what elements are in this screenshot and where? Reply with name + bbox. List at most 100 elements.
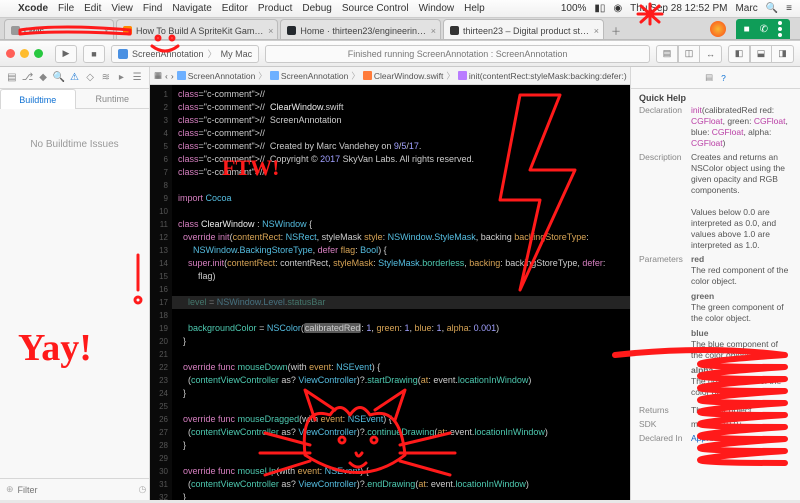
window-controls — [6, 49, 43, 58]
wifi-icon[interactable]: ◉ — [613, 3, 622, 14]
menu-window[interactable]: Window — [419, 3, 455, 14]
version-editor-icon[interactable]: ↔ — [700, 45, 722, 63]
sdk-text: macOS 10.0+ — [691, 419, 792, 430]
toggle-navigator-icon[interactable]: ◧ — [728, 45, 750, 63]
crumb-project[interactable]: ScreenAnnotation — [188, 71, 256, 81]
issue-scope-tabs: Buildtime Runtime — [0, 89, 149, 109]
line-gutter[interactable]: 1234567891011121314151617181920212223242… — [150, 85, 172, 500]
clock[interactable]: Thu Sep 28 12:52 PM — [630, 3, 727, 14]
close-icon[interactable]: × — [594, 26, 599, 36]
label-declared-in: Declared In — [639, 433, 691, 444]
notification-center-icon[interactable]: ≡ — [786, 3, 792, 14]
more-icon[interactable] — [778, 27, 782, 31]
label-parameters: Parameters — [639, 254, 691, 402]
profile-icon[interactable] — [710, 21, 726, 37]
forward-icon[interactable]: › — [171, 71, 174, 81]
minimize-window[interactable] — [20, 49, 29, 58]
issue-navigator-icon[interactable]: ⚠ — [68, 72, 80, 84]
menu-debug[interactable]: Debug — [302, 3, 331, 14]
folder-icon — [270, 71, 279, 80]
standard-editor-icon[interactable]: ▤ — [656, 45, 678, 63]
label-description: Description — [639, 152, 691, 251]
project-navigator-icon[interactable]: ▤ — [6, 72, 18, 84]
filter-input[interactable] — [18, 485, 135, 495]
menu-help[interactable]: Help — [464, 3, 485, 14]
stop-button[interactable]: ■ — [83, 45, 105, 63]
filter-icon: ⊕ — [6, 484, 14, 495]
xcode-window: ▶ ■ ScreenAnnotation 〉 My Mac Finished r… — [0, 40, 800, 500]
code-editor[interactable]: 1234567891011121314151617181920212223242… — [150, 85, 630, 500]
tab-runtime[interactable]: Runtime — [76, 89, 150, 109]
back-icon[interactable]: ‹ — [165, 71, 168, 81]
editor-mode-segment[interactable]: ▤ ◫ ↔ — [656, 45, 722, 63]
toggle-inspector-icon[interactable]: ◨ — [772, 45, 794, 63]
app-menu[interactable]: Xcode — [18, 3, 48, 14]
close-icon[interactable]: × — [431, 26, 436, 36]
navigator-filter-bar: ⊕ ◷ ⊟ — [0, 478, 149, 500]
close-icon[interactable]: × — [104, 26, 109, 36]
menu-navigate[interactable]: Navigate — [172, 3, 211, 14]
swift-file-icon — [363, 71, 372, 80]
menu-editor[interactable]: Editor — [222, 3, 248, 14]
battery-percent: 100% — [561, 3, 587, 14]
spotlight-icon[interactable]: 🔍 — [766, 3, 778, 14]
tab-buildtime[interactable]: Buildtime — [0, 89, 76, 109]
menu-edit[interactable]: Edit — [84, 3, 101, 14]
crumb-symbol[interactable]: init(contentRect:styleMask:backing:defer… — [469, 71, 627, 81]
declared-in-link[interactable]: AppKit — [691, 433, 792, 444]
assistant-editor-icon[interactable]: ◫ — [678, 45, 700, 63]
crumb-group[interactable]: ScreenAnnotation — [281, 71, 349, 81]
zoom-window[interactable] — [34, 49, 43, 58]
issues-empty-message: No Buildtime Issues — [0, 109, 149, 478]
source-control-navigator-icon[interactable]: ⎇ — [21, 72, 33, 84]
quick-help-icon[interactable]: ? — [721, 73, 726, 83]
find-navigator-icon[interactable]: 🔍 — [53, 72, 65, 84]
menu-product[interactable]: Product — [258, 3, 292, 14]
current-line-highlight — [172, 296, 630, 309]
report-navigator-icon[interactable]: ☰ — [131, 72, 143, 84]
declaration-text: init(calibratedRed red: CGFloat, green: … — [691, 105, 792, 149]
browser-tab[interactable]: Owls× — [4, 19, 114, 39]
hangouts-bar[interactable]: ■ ✆ — [736, 19, 790, 39]
toggle-debug-icon[interactable]: ⬓ — [750, 45, 772, 63]
tab-title: thirteen23 – Digital product st… — [463, 26, 589, 36]
project-icon — [177, 71, 186, 80]
label-sdk: SDK — [639, 419, 691, 430]
menu-source-control[interactable]: Source Control — [342, 3, 409, 14]
parameters-list: redThe red component of the color object… — [691, 254, 792, 402]
run-button[interactable]: ▶ — [55, 45, 77, 63]
related-items-icon[interactable]: ▦ — [154, 70, 162, 81]
symbol-navigator-icon[interactable]: ◆ — [37, 72, 49, 84]
recent-filter-icon[interactable]: ◷ — [139, 484, 147, 495]
battery-icon: ▮▯ — [594, 3, 605, 14]
new-tab-button[interactable]: ＋ — [606, 21, 626, 39]
test-navigator-icon[interactable]: ◇ — [84, 72, 96, 84]
inspector-title: Quick Help — [631, 89, 800, 105]
inspector-selector[interactable]: ▤ ? — [631, 67, 800, 89]
menu-view[interactable]: View — [111, 3, 133, 14]
video-icon[interactable]: ■ — [744, 24, 750, 35]
breakpoint-navigator-icon[interactable]: ▸ — [115, 72, 127, 84]
close-icon[interactable]: × — [268, 26, 273, 36]
file-inspector-icon[interactable]: ▤ — [705, 72, 713, 83]
code-content[interactable]: class="c-comment">// class="c-comment">/… — [172, 85, 630, 500]
menu-file[interactable]: File — [58, 3, 74, 14]
browser-tab[interactable]: How To Build A SpriteKit Gam… × — [116, 19, 278, 39]
label-returns: Returns — [639, 405, 691, 416]
user-name[interactable]: Marc — [735, 3, 757, 14]
close-window[interactable] — [6, 49, 15, 58]
jump-bar[interactable]: ▦ ‹ › ScreenAnnotation 〉 ScreenAnnotatio… — [150, 67, 630, 85]
scheme-selector[interactable]: ScreenAnnotation 〉 My Mac — [111, 45, 259, 63]
activity-viewer: Finished running ScreenAnnotation : Scre… — [265, 45, 650, 63]
browser-tab[interactable]: Home · thirteen23/engineerin…× — [280, 19, 441, 39]
phone-icon[interactable]: ✆ — [760, 24, 768, 35]
menu-find[interactable]: Find — [143, 3, 162, 14]
xcode-toolbar: ▶ ■ ScreenAnnotation 〉 My Mac Finished r… — [0, 41, 800, 67]
browser-tab-active[interactable]: thirteen23 – Digital product st… × — [443, 19, 604, 39]
tab-title: How To Build A SpriteKit Gam… — [136, 26, 263, 36]
panel-toggle-segment[interactable]: ◧ ⬓ ◨ — [728, 45, 794, 63]
debug-navigator-icon[interactable]: ≋ — [100, 72, 112, 84]
crumb-file[interactable]: ClearWindow.swift — [374, 71, 443, 81]
navigator-selector[interactable]: ▤ ⎇ ◆ 🔍 ⚠ ◇ ≋ ▸ ☰ — [0, 67, 149, 89]
inspector-panel: ▤ ? Quick Help Declaration init(calibrat… — [630, 67, 800, 500]
